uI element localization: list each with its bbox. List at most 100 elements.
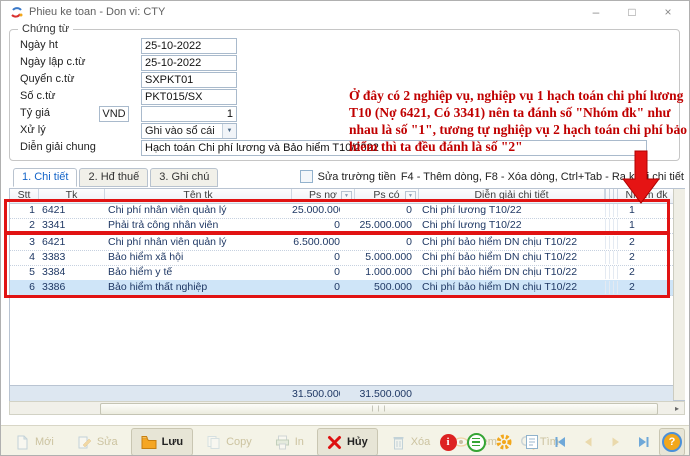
cell-ps-no: 0: [292, 218, 340, 233]
cell-ps-no: 0: [292, 280, 340, 295]
window-title: Phieu ke toan - Don vi: CTY: [29, 6, 165, 18]
edit-icon: [77, 435, 92, 450]
toolbar-right-icons: i ?: [435, 428, 685, 456]
tab-hd-thue[interactable]: 2. Hđ thuế: [79, 168, 148, 187]
edit-button-label: Sửa: [97, 436, 118, 448]
cell-ps-co: 5.000.000: [355, 250, 412, 265]
note-button[interactable]: [519, 428, 545, 456]
cell-ps-co: 500.000: [355, 280, 412, 295]
nav-first-button[interactable]: [547, 428, 573, 456]
filter-icon[interactable]: ▼: [405, 191, 416, 202]
cell-nhom-dk: 1: [620, 203, 673, 218]
header-nhom-dk[interactable]: Nhóm đk: [620, 189, 673, 202]
scrollbar-thumb[interactable]: ❘❘❘: [100, 403, 658, 415]
table-row-selected[interactable]: 6 3386 Bảo hiểm thất nghiệp 0 500.000 Ch…: [10, 280, 673, 296]
cell-stt: 3: [10, 235, 39, 250]
new-button-label: Mới: [35, 436, 54, 448]
filter-icon[interactable]: ▼: [341, 191, 352, 202]
help-icon: ?: [662, 432, 682, 452]
table-row[interactable]: 4 3383 Bảo hiểm xã hội 0 5.000.000 Chi p…: [10, 250, 673, 266]
copy-button-label: Copy: [226, 436, 252, 448]
keys-hint: F4 - Thêm dòng, F8 - Xóa dòng, Ctrl+Tab …: [401, 171, 684, 183]
scroll-right-icon[interactable]: ▸: [672, 403, 682, 414]
cell-nhom-dk: 2: [620, 280, 673, 295]
detail-tabs: 1. Chi tiết 2. Hđ thuế 3. Ghi chú: [13, 168, 218, 187]
table-row[interactable]: 1 6421 Chi phí nhân viên quản lý 25.000.…: [10, 203, 673, 219]
cell-ten-tk: Bảo hiểm y tế: [105, 265, 292, 280]
cell-tk: 3384: [39, 265, 105, 280]
so-ctu-label: Số c.từ: [20, 90, 56, 102]
grid-hint-row: Sửa trường tiền F4 - Thêm dòng, F8 - Xóa…: [300, 170, 684, 183]
header-ten-tk[interactable]: Tên tk: [105, 189, 292, 202]
cell-ten-tk: Chi phí nhân viên quản lý: [105, 235, 292, 250]
header-ps-no[interactable]: Ps nợ▼: [292, 189, 355, 202]
tab-ghi-chu[interactable]: 3. Ghi chú: [150, 168, 218, 187]
table-row[interactable]: 5 3384 Bảo hiểm y tế 0 1.000.000 Chi phí…: [10, 265, 673, 281]
header-tk[interactable]: Tk: [39, 189, 105, 202]
cell-stt: 6: [10, 280, 39, 295]
nav-last-icon: [637, 435, 651, 449]
cell-stt: 4: [10, 250, 39, 265]
nav-next-icon: [609, 435, 623, 449]
cancel-button[interactable]: Hủy: [317, 428, 378, 456]
cell-nhom-dk: 2: [620, 235, 673, 250]
cell-nhom-dk: 2: [620, 250, 673, 265]
minimize-icon[interactable]: –: [579, 1, 613, 23]
xu-ly-label: Xử lý: [20, 124, 46, 136]
nav-last-button[interactable]: [631, 428, 657, 456]
save-folder-icon: [141, 435, 157, 449]
cell-ps-co: 0: [355, 203, 412, 218]
settings-button[interactable]: [491, 428, 517, 456]
vertical-scrollbar[interactable]: [673, 189, 685, 400]
cell-ten-tk: Chi phí nhân viên quản lý: [105, 203, 292, 218]
ty-gia-input[interactable]: [141, 106, 237, 122]
print-button[interactable]: In: [265, 428, 314, 456]
edit-button[interactable]: Sửa: [67, 428, 128, 456]
table-row[interactable]: 3 6421 Chi phí nhân viên quản lý 6.500.0…: [10, 235, 673, 251]
close-icon[interactable]: ×: [651, 1, 685, 23]
new-button[interactable]: Mới: [5, 428, 64, 456]
xu-ly-dropdown[interactable]: Ghi vào sổ cái ▼: [141, 123, 237, 139]
maximize-icon[interactable]: □: [615, 1, 649, 23]
cell-stt: 1: [10, 203, 39, 218]
info-button[interactable]: i: [435, 428, 461, 456]
ngay-lap-input[interactable]: [141, 55, 237, 71]
cancel-button-label: Hủy: [347, 436, 368, 448]
copy-icon: [206, 435, 221, 450]
header-stt[interactable]: Stt: [10, 189, 39, 202]
currency-box[interactable]: VND: [99, 106, 129, 122]
ngay-ht-label: Ngày ht: [20, 39, 58, 51]
cell-dien-giai: Chi phí bảo hiểm DN chịu T10/22: [419, 280, 605, 295]
quyen-ctu-input[interactable]: [141, 72, 237, 88]
delete-button[interactable]: Xóa: [381, 428, 441, 456]
gear-icon: [495, 433, 513, 451]
cell-ps-no: 25.000.000: [292, 203, 340, 218]
accounting-voucher-window: Phieu ke toan - Don vi: CTY – □ × Chứng …: [0, 0, 690, 456]
red-annotation-note: Ở đây có 2 nghiệp vụ, nghiệp vụ 1 hạch t…: [349, 87, 689, 155]
header-ps-co[interactable]: Ps có ▼: [355, 189, 419, 202]
cell-dien-giai: Chi phí lương T10/22: [419, 218, 605, 233]
ngay-lap-label: Ngày lập c.từ: [20, 56, 85, 68]
totals-row: 31.500.000 31.500.000: [10, 385, 673, 402]
cell-ps-no: 0: [292, 265, 340, 280]
ngay-ht-input[interactable]: [141, 38, 237, 54]
tab-chi-tiet[interactable]: 1. Chi tiết: [13, 168, 77, 187]
help-button[interactable]: ?: [659, 428, 685, 456]
cell-ps-co: 25.000.000: [355, 218, 412, 233]
header-ps-co-label: Ps có: [373, 189, 399, 201]
print-button-label: In: [295, 436, 304, 448]
nav-next-button[interactable]: [603, 428, 629, 456]
save-button[interactable]: Lưu: [131, 428, 193, 456]
horizontal-scrollbar[interactable]: ❘❘❘ ▸: [9, 401, 685, 415]
so-ctu-input[interactable]: [141, 89, 237, 105]
cell-stt: 5: [10, 265, 39, 280]
header-dien-giai[interactable]: Diễn giải chi tiết: [419, 189, 605, 202]
table-row[interactable]: 2 3341 Phải trả công nhân viên 0 25.000.…: [10, 218, 673, 234]
titlebar: Phieu ke toan - Don vi: CTY – □ ×: [1, 1, 689, 23]
edit-money-checkbox[interactable]: [300, 170, 313, 183]
nav-prev-button[interactable]: [575, 428, 601, 456]
menu-icon: [467, 433, 486, 452]
chevron-down-icon[interactable]: ▼: [222, 124, 236, 138]
menu-button[interactable]: [463, 428, 489, 456]
copy-button[interactable]: Copy: [196, 428, 262, 456]
